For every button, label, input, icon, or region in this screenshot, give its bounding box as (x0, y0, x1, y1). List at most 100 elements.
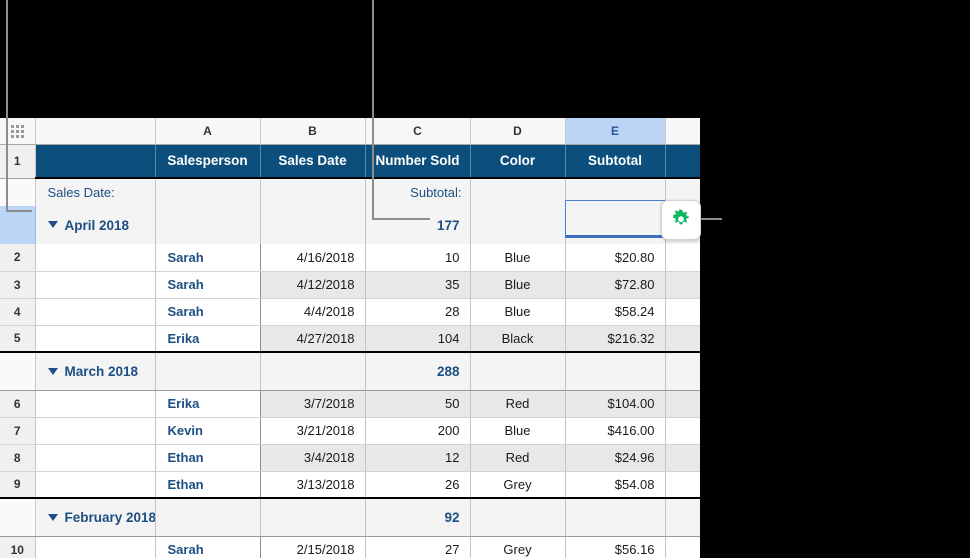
cell-color[interactable]: Black (470, 325, 566, 353)
header-cell-salesperson[interactable]: Salesperson (155, 144, 261, 179)
header-cell-sales-date[interactable]: Sales Date (260, 144, 366, 179)
column-letter-row[interactable]: A B C D E (0, 118, 700, 145)
group-cell-f-february[interactable] (665, 497, 700, 537)
group-cell-a-march[interactable] (155, 351, 261, 391)
column-header-a[interactable]: A (155, 118, 261, 145)
group-cell-a-april[interactable] (155, 206, 261, 244)
group-cell-d-march[interactable] (470, 351, 566, 391)
group-cell-f-march[interactable] (665, 351, 700, 391)
cell-salesperson[interactable]: Sarah (155, 271, 261, 299)
cell-extra[interactable] (665, 471, 700, 499)
cell-salesperson[interactable]: Kevin (155, 417, 261, 445)
summary-cell-a[interactable] (155, 178, 261, 206)
table-row[interactable]: 2 Sarah 4/16/2018 10 Blue $20.80 (0, 244, 700, 272)
group-cell-b-march[interactable] (260, 351, 366, 391)
cell-subtotal[interactable]: $58.24 (565, 298, 666, 326)
group-cell-e-march[interactable] (565, 351, 666, 391)
cell-salesperson[interactable]: Ethan (155, 444, 261, 472)
cell-category[interactable] (35, 471, 156, 499)
row-number[interactable]: 7 (0, 417, 36, 445)
cell-sales-date[interactable]: 3/4/2018 (260, 444, 366, 472)
cell-number-sold[interactable]: 200 (365, 417, 471, 445)
header-cell-number-sold[interactable]: Number Sold (365, 144, 471, 179)
group-cell-b-february[interactable] (260, 497, 366, 537)
cell-salesperson[interactable]: Sarah (155, 244, 261, 272)
cell-category[interactable] (35, 244, 156, 272)
header-cell-extra[interactable] (665, 144, 700, 179)
selected-cell-outline[interactable] (565, 200, 665, 238)
cell-color[interactable]: Blue (470, 271, 566, 299)
cell-extra[interactable] (665, 417, 700, 445)
table-row[interactable]: 3 Sarah 4/12/2018 35 Blue $72.80 (0, 271, 700, 299)
table-row[interactable]: 5 Erika 4/27/2018 104 Black $216.32 (0, 325, 700, 353)
header-cell-subtotal[interactable]: Subtotal (565, 144, 666, 179)
column-header-e[interactable]: E (565, 118, 666, 145)
row-number[interactable]: 10 (0, 536, 36, 558)
column-header-f[interactable] (665, 118, 700, 145)
column-header-b[interactable]: B (260, 118, 366, 145)
cell-subtotal[interactable]: $72.80 (565, 271, 666, 299)
header-cell-category[interactable] (35, 144, 156, 179)
cell-category[interactable] (35, 325, 156, 353)
triangle-down-icon[interactable] (47, 221, 58, 229)
cell-subtotal[interactable]: $54.08 (565, 471, 666, 499)
cell-salesperson[interactable]: Sarah (155, 298, 261, 326)
cell-category[interactable] (35, 271, 156, 299)
cell-color[interactable]: Grey (470, 536, 566, 558)
cell-sales-date[interactable]: 4/4/2018 (260, 298, 366, 326)
cell-number-sold[interactable]: 12 (365, 444, 471, 472)
summary-cell-d[interactable] (470, 178, 566, 206)
cell-sales-date[interactable]: 3/13/2018 (260, 471, 366, 499)
cell-sales-date[interactable]: 3/7/2018 (260, 390, 366, 418)
group-row-handle-march[interactable] (0, 351, 36, 391)
cell-extra[interactable] (665, 390, 700, 418)
cell-category[interactable] (35, 536, 156, 558)
cell-sales-date[interactable]: 3/21/2018 (260, 417, 366, 445)
cell-subtotal[interactable]: $104.00 (565, 390, 666, 418)
cell-extra[interactable] (665, 244, 700, 272)
cell-salesperson[interactable]: Ethan (155, 471, 261, 499)
cell-subtotal[interactable]: $216.32 (565, 325, 666, 353)
group-cell-d-february[interactable] (470, 497, 566, 537)
table-row[interactable]: 7 Kevin 3/21/2018 200 Blue $416.00 (0, 417, 700, 445)
group-cell-a-february[interactable] (155, 497, 261, 537)
cell-subtotal[interactable]: $56.16 (565, 536, 666, 558)
cell-options-gear-button[interactable] (661, 200, 701, 240)
group-row-february[interactable]: February 2018 92 (0, 497, 700, 537)
group-cell-e-february[interactable] (565, 497, 666, 537)
cell-subtotal[interactable]: $24.96 (565, 444, 666, 472)
group-name-february[interactable]: February 2018 (35, 497, 156, 537)
table-row[interactable]: 10 Sarah 2/15/2018 27 Grey $56.16 (0, 536, 700, 558)
cell-extra[interactable] (665, 298, 700, 326)
cell-number-sold[interactable]: 104 (365, 325, 471, 353)
spreadsheet-table[interactable]: A B C D E 1 Salesperson Sales Date Numbe… (0, 118, 700, 558)
cell-sales-date[interactable]: 4/16/2018 (260, 244, 366, 272)
group-row-handle-february[interactable] (0, 497, 36, 537)
row-number[interactable]: 5 (0, 325, 36, 353)
cell-salesperson[interactable]: Erika (155, 390, 261, 418)
cell-category[interactable] (35, 444, 156, 472)
cell-subtotal[interactable]: $416.00 (565, 417, 666, 445)
summary-cell-b[interactable] (260, 178, 366, 206)
row-number[interactable]: 8 (0, 444, 36, 472)
table-row[interactable]: 8 Ethan 3/4/2018 12 Red $24.96 (0, 444, 700, 472)
cell-extra[interactable] (665, 536, 700, 558)
cell-salesperson[interactable]: Sarah (155, 536, 261, 558)
cell-category[interactable] (35, 390, 156, 418)
cell-extra[interactable] (665, 271, 700, 299)
row-number[interactable]: 9 (0, 471, 36, 499)
cell-number-sold[interactable]: 10 (365, 244, 471, 272)
cell-color[interactable]: Grey (470, 471, 566, 499)
cell-category[interactable] (35, 298, 156, 326)
table-row[interactable]: 6 Erika 3/7/2018 50 Red $104.00 (0, 390, 700, 418)
column-header-category[interactable] (35, 118, 156, 145)
table-row[interactable]: 9 Ethan 3/13/2018 26 Grey $54.08 (0, 471, 700, 499)
group-cell-d-april[interactable] (470, 206, 566, 244)
group-cell-b-april[interactable] (260, 206, 366, 244)
group-row-march[interactable]: March 2018 288 (0, 351, 700, 391)
table-row[interactable]: 4 Sarah 4/4/2018 28 Blue $58.24 (0, 298, 700, 326)
cell-color[interactable]: Blue (470, 417, 566, 445)
column-header-c[interactable]: C (365, 118, 471, 145)
row-number[interactable]: 6 (0, 390, 36, 418)
cell-number-sold[interactable]: 50 (365, 390, 471, 418)
